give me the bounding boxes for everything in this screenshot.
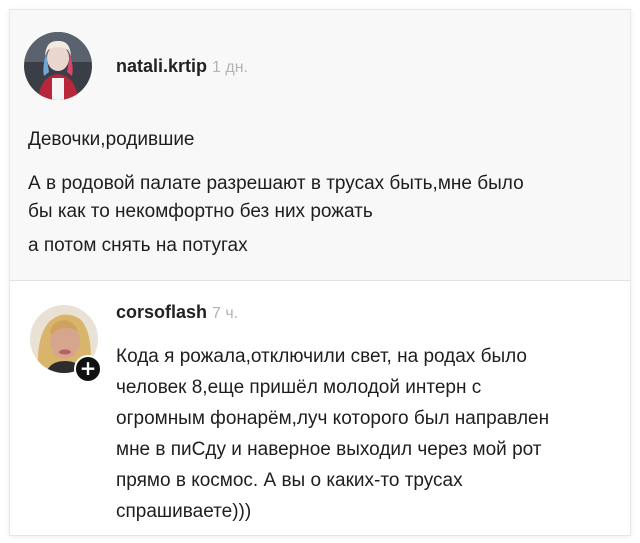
post-text-line: А в родовой палате разрешают в трусах бы… xyxy=(28,173,524,194)
reply-comment: + corsoflash 7 ч. Кода я рожала,отключили… xyxy=(10,281,630,535)
screenshot-frame: natali.krtip 1 дн. Девочки,родившие А в р… xyxy=(10,10,630,535)
post-text-line: бы как то некомфортно без них рожать xyxy=(28,201,373,222)
post-text-line: Девочки,родившие xyxy=(28,129,195,150)
reply-text-line: огромным фонарём,луч которого был направ… xyxy=(116,408,550,429)
reply-text-line: прямо в космос. А вы о каких-то трусах xyxy=(116,470,463,491)
post-author-row: natali.krtip 1 дн. xyxy=(116,56,248,77)
avatar[interactable] xyxy=(24,32,92,100)
reply-text-line: мне в пиСду и наверное выходил через мой… xyxy=(116,439,542,460)
plus-icon[interactable]: + xyxy=(74,355,102,383)
reply-text-line: Кода я рожала,отключили свет, на родах б… xyxy=(116,346,527,367)
post-text-line: а потом снять на потугах xyxy=(28,235,248,256)
author-name[interactable]: natali.krtip xyxy=(116,56,207,76)
reply-time: 7 ч. xyxy=(212,305,239,322)
reply-author-name[interactable]: corsoflash xyxy=(116,302,207,322)
reply-text-line: спрашиваете))) xyxy=(116,501,252,522)
avatar-image xyxy=(24,32,92,100)
post: natali.krtip 1 дн. Девочки,родившие А в р… xyxy=(10,10,630,280)
post-time: 1 дн. xyxy=(212,59,248,76)
reply-author-row: corsoflash 7 ч. xyxy=(116,302,238,323)
reply-text-line: человек 8,еще пришёл молодой интерн с xyxy=(116,377,482,398)
